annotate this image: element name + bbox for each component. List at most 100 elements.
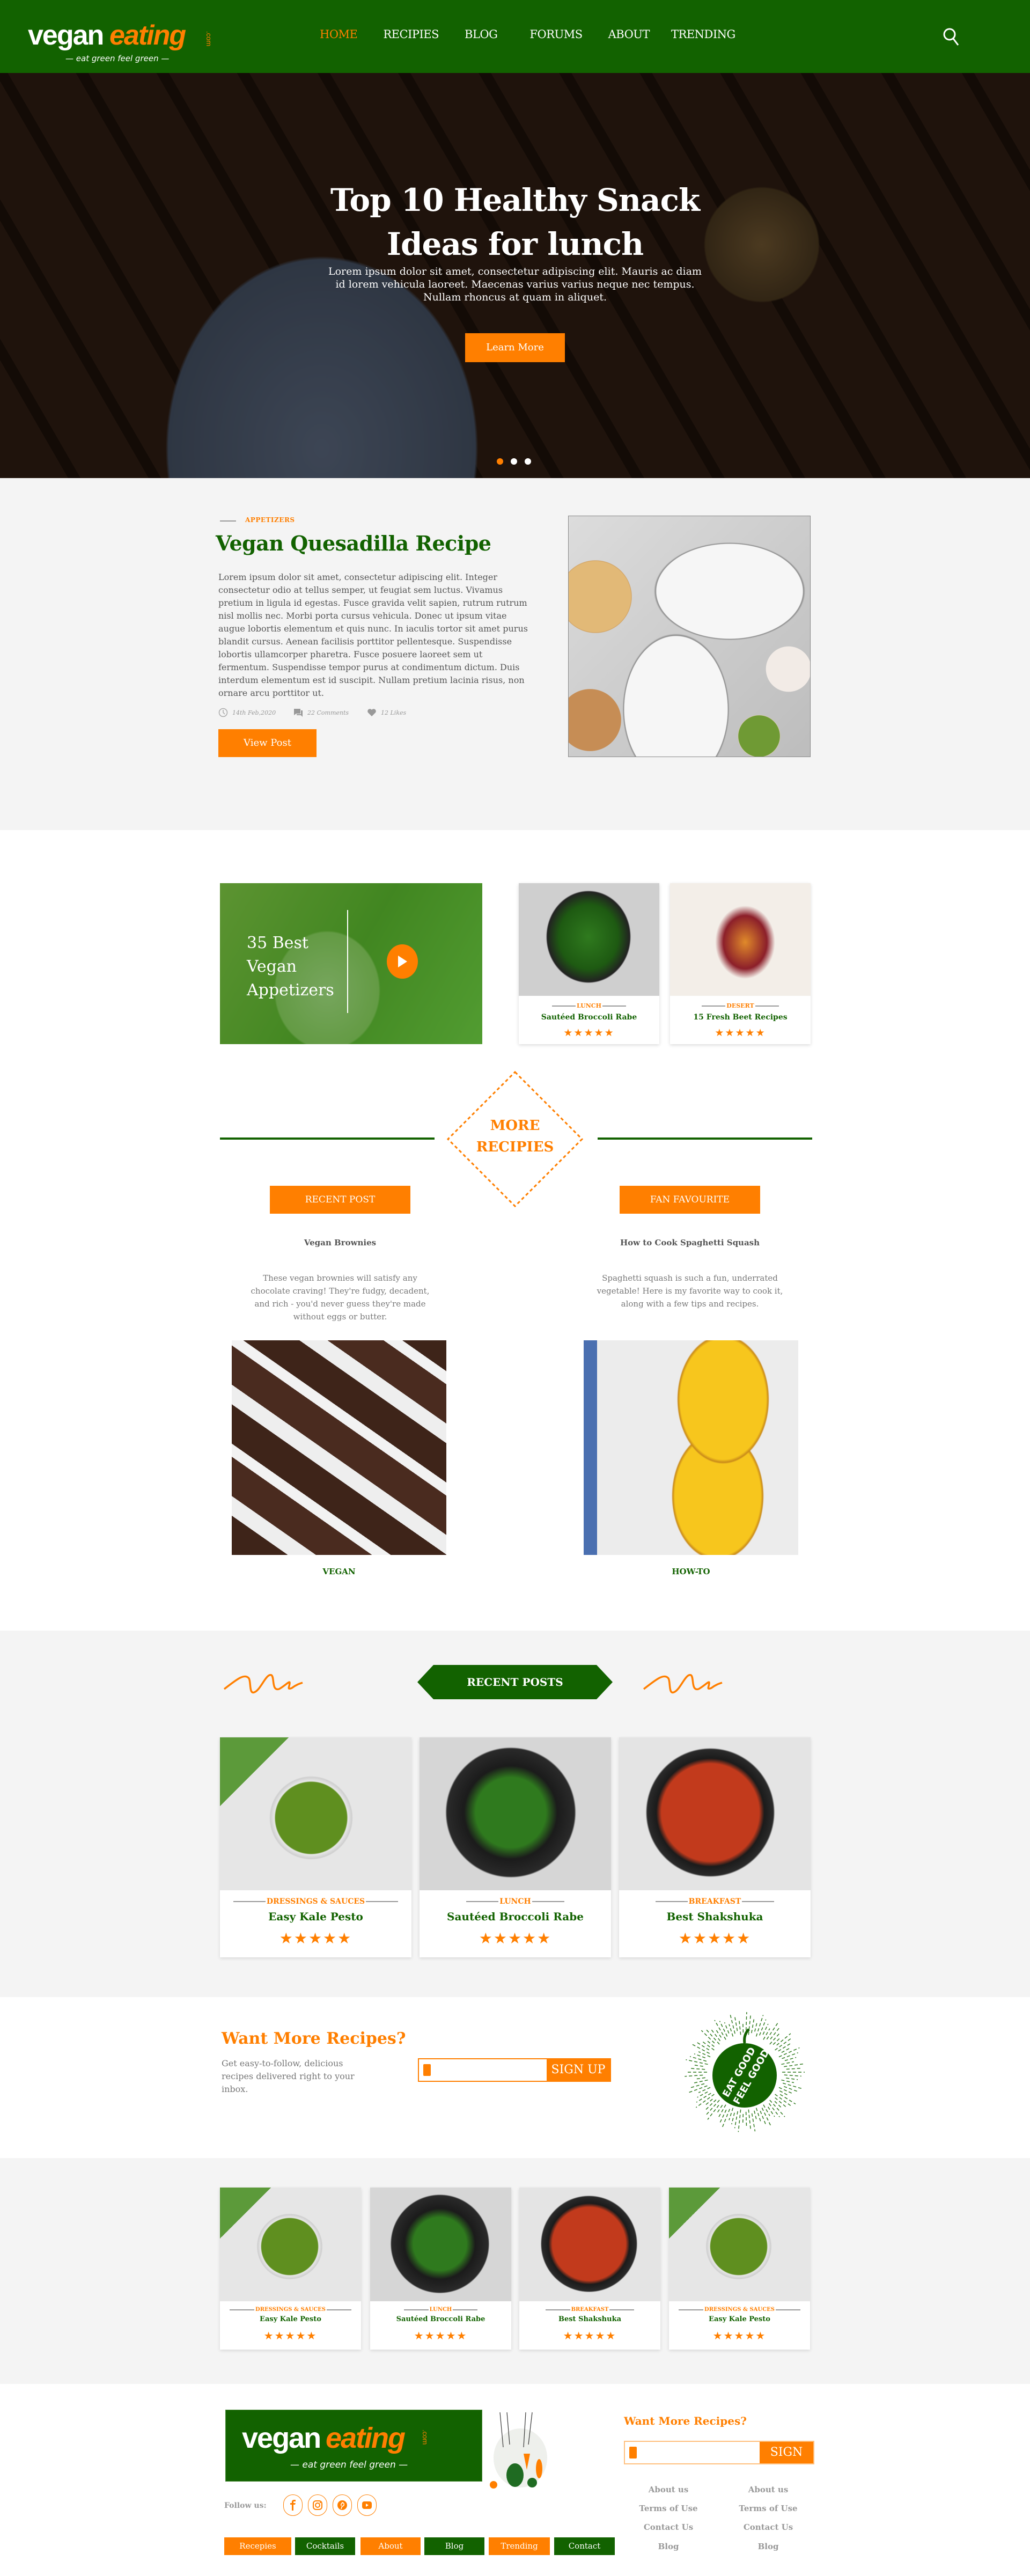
recipe-title: Best Shakshuka [666,1910,763,1923]
footer-link-blog[interactable]: Blog [631,2542,706,2551]
clock-icon [218,708,228,717]
star-icon: ★ [274,2329,285,2342]
carousel-dot-2[interactable] [511,458,517,465]
rating-stars: ★★★★★ [370,2329,511,2342]
heart-icon [367,709,376,716]
recipe-image-kale-pesto [669,2188,810,2301]
star-icon: ★ [584,1027,594,1039]
pinterest-icon[interactable] [333,2494,352,2516]
recipe-description-squash: Spaghetti squash is such a fun, underrat… [597,1273,783,1309]
star-icon: ★ [424,2329,436,2342]
post-likes[interactable]: 12 Likes [367,708,406,717]
facebook-icon[interactable] [283,2494,303,2516]
badge-ray [759,2019,767,2036]
recipe-card[interactable]: BREAKFAST Best Shakshuka ★★★★★ [519,2188,660,2350]
footer-tab-recepies[interactable]: Recepies [224,2537,291,2555]
star-icon: ★ [595,2329,606,2342]
recipe-heading-squash[interactable]: How to Cook Spaghetti Squash [599,1238,781,1247]
footer-tab-trending[interactable]: Trending [489,2537,550,2555]
recipe-card[interactable]: DRESSINGS & SAUCES Easy Kale Pesto ★★★★★ [220,2188,361,2350]
footer-logo[interactable]: vegan eating .com — eat green feel green… [225,2410,482,2482]
footer-tab-cocktails[interactable]: Cocktails [295,2537,355,2555]
footer-link-terms[interactable]: Terms of Use [631,2504,706,2513]
fan-favourite-tag-button[interactable]: FAN FAVOURITE [620,1186,760,1214]
badge-ray [782,2082,803,2089]
quesadilla-image[interactable] [568,516,811,757]
view-post-button[interactable]: View Post [218,729,317,757]
post-comments-text: 22 Comments [307,709,349,716]
badge-ray [751,2019,755,2034]
recipe-card[interactable]: LUNCH Sautéed Broccoli Rabe ★★★★★ [420,1737,611,1957]
badge-ray [685,2074,703,2077]
star-icon: ★ [285,2329,296,2342]
featured-category[interactable]: APPETIZERS [245,516,295,524]
footer-link-blog[interactable]: Blog [731,2542,806,2551]
nav-forums[interactable]: FORUMS [529,28,583,41]
star-icon: ★ [537,1929,552,1947]
footer-link-about[interactable]: About us [631,2485,706,2494]
recipe-image-kale-pesto [220,2188,361,2301]
footer-tab-blog[interactable]: Blog [424,2537,484,2555]
youtube-icon[interactable] [357,2494,377,2516]
badge-ray [694,2065,703,2067]
recipe-card[interactable]: LUNCH Sautéed Broccoli Rabe ★★★★★ [370,2188,511,2350]
badge-ray [717,2104,726,2119]
vegetables-illustration-icon [490,2412,547,2489]
newsletter-email-input[interactable] [431,2059,547,2081]
site-logo[interactable]: vegan eating .com — eat green feel green… [28,10,221,69]
learn-more-button[interactable]: Learn More [465,333,565,362]
recipe-heading-brownies[interactable]: Vegan Brownies [249,1238,431,1247]
badge-ray [716,2104,723,2115]
footer-email-input[interactable] [637,2442,760,2463]
footer-link-contact[interactable]: Contact Us [731,2522,806,2532]
recipe-image-kale-pesto [220,1737,411,1890]
mail-icon [629,2447,637,2458]
nav-recipies[interactable]: RECIPIES [383,28,439,41]
recipe-image-broccoli [519,883,659,996]
nav-trending[interactable]: TRENDING [671,28,735,41]
recipe-title: Easy Kale Pesto [268,1910,363,1923]
footer-tab-contact[interactable]: Contact [554,2537,615,2555]
logo-text-vegan: vegan [28,20,104,51]
badge-ray [779,2094,796,2104]
post-date: 14th Feb,2020 [218,708,276,717]
footer-signup-button[interactable]: SIGN UP [760,2442,813,2480]
badge-ray [784,2057,797,2061]
search-icon[interactable] [942,27,960,48]
recipe-card[interactable]: LUNCH Sautéed Broccoli Rabe ★★★★★ [519,883,659,1044]
recipe-card[interactable]: DRESSINGS & SAUCES Easy Kale Pesto ★★★★★ [669,2188,810,2350]
brownies-image[interactable] [232,1340,446,1555]
category-howto-link[interactable]: HOW-TO [584,1567,798,1576]
star-icon: ★ [457,2329,468,2342]
footer-link-terms[interactable]: Terms of Use [731,2504,806,2513]
nav-about[interactable]: ABOUT [608,28,650,41]
nav-blog[interactable]: BLOG [465,28,498,41]
recipe-image-beets [670,883,811,996]
star-icon: ★ [735,1027,746,1039]
hero-carousel: Top 10 Healthy Snack Ideas for lunch Lor… [0,73,1030,478]
badge-ray [784,2063,805,2067]
newsletter-signup-button[interactable]: SIGN UP [547,2059,610,2081]
featured-title[interactable]: Vegan Quesadilla Recipe [216,531,491,555]
instagram-icon[interactable] [308,2494,327,2516]
recent-post-tag-button[interactable]: RECENT POST [270,1186,410,1214]
recipe-card[interactable]: DESERT 15 Fresh Beet Recipes ★★★★★ [670,883,811,1044]
recipe-card[interactable]: DRESSINGS & SAUCES Easy Kale Pesto ★★★★★ [220,1737,411,1957]
nav-home[interactable]: HOME [320,28,358,41]
footer-tab-about[interactable]: About [360,2537,421,2555]
star-icon: ★ [263,2329,275,2342]
star-icon: ★ [678,1929,693,1947]
spaghetti-squash-image[interactable] [584,1340,798,1555]
play-button[interactable] [387,944,418,979]
footer-link-contact[interactable]: Contact Us [631,2522,706,2532]
post-comments[interactable]: 22 Comments [293,708,349,717]
recipe-card[interactable]: BREAKFAST Best Shakshuka ★★★★★ [619,1737,811,1957]
carousel-dot-3[interactable] [525,458,531,465]
recipe-image-shakshuka [619,1737,811,1890]
carousel-dot-1[interactable] [497,458,503,465]
recipe-category: BREAKFAST [619,1897,811,1906]
footer-newsletter-title: Want More Recipes? [624,2414,747,2427]
appetizers-video-card[interactable]: 35 Best Vegan Appetizers [220,883,482,1044]
category-vegan-link[interactable]: VEGAN [232,1567,446,1576]
footer-link-about[interactable]: About us [731,2485,806,2494]
